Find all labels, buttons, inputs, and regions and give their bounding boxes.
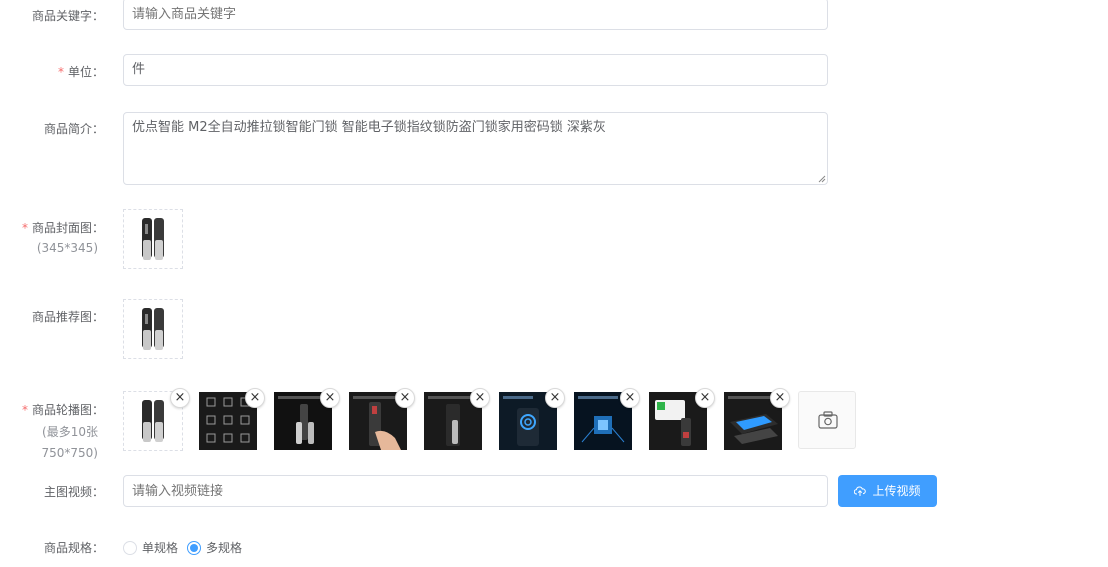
cloud-upload-icon bbox=[854, 486, 867, 496]
carousel-label: * 商品轮播图： bbox=[22, 401, 104, 418]
carousel-upload-button[interactable] bbox=[798, 391, 856, 449]
required-mark: * bbox=[21, 403, 28, 417]
cover-image[interactable] bbox=[123, 209, 183, 269]
smart-lock-image bbox=[142, 308, 164, 350]
camera-icon bbox=[818, 411, 838, 429]
smart-lock-image bbox=[142, 218, 164, 260]
required-mark: * bbox=[21, 221, 28, 235]
close-icon[interactable]: × bbox=[170, 388, 190, 408]
resize-handle-icon[interactable] bbox=[818, 175, 826, 183]
close-icon[interactable]: × bbox=[395, 388, 415, 408]
unit-input[interactable]: 件 bbox=[123, 54, 828, 86]
close-icon[interactable]: × bbox=[770, 388, 790, 408]
upload-video-button[interactable]: 上传视频 bbox=[838, 475, 937, 507]
intro-text: 优点智能 M2全自动推拉锁智能门锁 智能电子锁指纹锁防盗门锁家用密码锁 深紫灰 bbox=[132, 120, 606, 135]
keyword-label: 商品关键字： bbox=[31, 9, 104, 23]
radio-circle-checked[interactable] bbox=[187, 540, 201, 555]
radio-multi-spec[interactable]: 多规格 bbox=[187, 539, 242, 556]
carousel-hint-line1: (最多10张 bbox=[42, 425, 98, 439]
carousel-hint-line2: 750*750) bbox=[41, 446, 99, 460]
video-label: 主图视频： bbox=[43, 485, 104, 499]
intro-label: 商品简介： bbox=[43, 122, 104, 136]
cover-hint: (345*345) bbox=[36, 241, 98, 255]
required-mark: * bbox=[57, 65, 64, 79]
intro-textarea[interactable]: 优点智能 M2全自动推拉锁智能门锁 智能电子锁指纹锁防盗门锁家用密码锁 深紫灰 bbox=[123, 112, 828, 185]
cover-label-text: 商品封面图： bbox=[31, 221, 104, 235]
unit-label: * 单位： bbox=[58, 63, 104, 80]
video-url-input[interactable] bbox=[123, 475, 828, 507]
upload-video-label: 上传视频 bbox=[872, 484, 921, 498]
radio-circle[interactable] bbox=[123, 540, 137, 555]
radio-label: 单规格 bbox=[142, 541, 179, 555]
close-icon[interactable]: × bbox=[245, 388, 265, 408]
unit-label-text: 单位： bbox=[67, 65, 104, 79]
recommend-label: 商品推荐图： bbox=[31, 310, 104, 324]
spec-label: 商品规格： bbox=[43, 541, 104, 555]
carousel-label-text: 商品轮播图： bbox=[31, 403, 104, 417]
cover-label: * 商品封面图： bbox=[22, 219, 104, 236]
close-icon[interactable]: × bbox=[320, 388, 340, 408]
radio-single-spec[interactable]: 单规格 bbox=[123, 539, 178, 556]
radio-label: 多规格 bbox=[206, 541, 243, 555]
close-icon[interactable]: × bbox=[545, 388, 565, 408]
close-icon[interactable]: × bbox=[695, 388, 715, 408]
close-icon[interactable]: × bbox=[470, 388, 490, 408]
recommend-image[interactable] bbox=[123, 299, 183, 359]
close-icon[interactable]: × bbox=[620, 388, 640, 408]
keyword-input[interactable] bbox=[123, 0, 828, 30]
